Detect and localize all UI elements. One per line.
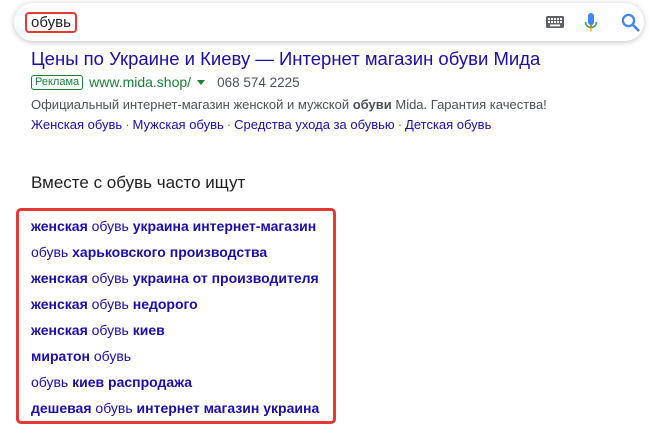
related-search-item[interactable]: женская обувь недорого — [31, 294, 319, 320]
ad-sitelinks: Женская обувь · Мужская обувь · Средства ухо… — [31, 117, 492, 132]
related-search-item[interactable]: женская обувь украина интернет-магазин — [31, 216, 319, 242]
ad-url: www.mida.shop/ — [89, 74, 192, 90]
related-search-item[interactable]: дешевая обувь интернет магазин украина — [31, 398, 319, 424]
ad-badge: Реклама — [31, 74, 84, 90]
sitelink-men-shoes[interactable]: Мужская обувь — [133, 117, 224, 132]
related-search-item[interactable]: женская обувь украина от производителя — [31, 268, 319, 294]
search-query-text: обувь — [31, 14, 71, 31]
ad-phone[interactable]: 068 574 2225 — [217, 75, 300, 90]
related-search-item[interactable]: женская обувь киев — [31, 320, 319, 346]
related-search-item[interactable]: обувь киев распродажа — [31, 372, 319, 398]
mic-icon[interactable] — [584, 13, 598, 33]
sitelink-women-shoes[interactable]: Женская обувь — [31, 117, 122, 132]
related-search-item[interactable]: обувь харьковского производства — [31, 242, 319, 268]
ad-url-line: Реклама www.mida.shop/ 068 574 2225 — [31, 72, 651, 92]
ad-result: Цены по Украине и Киеву — Интернет магаз… — [31, 47, 651, 135]
search-input[interactable]: обувь — [25, 12, 77, 33]
keyboard-icon[interactable] — [546, 16, 564, 28]
sitelink-kids-shoes[interactable]: Детская обувь — [405, 117, 491, 132]
search-icon[interactable] — [621, 13, 640, 32]
ad-title-link[interactable]: Цены по Украине и Киеву — Интернет магаз… — [31, 47, 651, 71]
sitelink-shoe-care[interactable]: Средства ухода за обувью — [234, 117, 395, 132]
related-searches-heading: Вместе с обувь часто ищут — [31, 173, 246, 192]
related-search-item[interactable]: миратон обувь — [31, 346, 319, 372]
ad-description: Официальный интернет-магазин женской и м… — [31, 97, 547, 112]
caret-down-icon[interactable] — [197, 79, 206, 85]
search-bar[interactable]: обувь — [14, 3, 644, 41]
related-searches-list: женская обувь украина интернет-магазин о… — [31, 216, 319, 424]
